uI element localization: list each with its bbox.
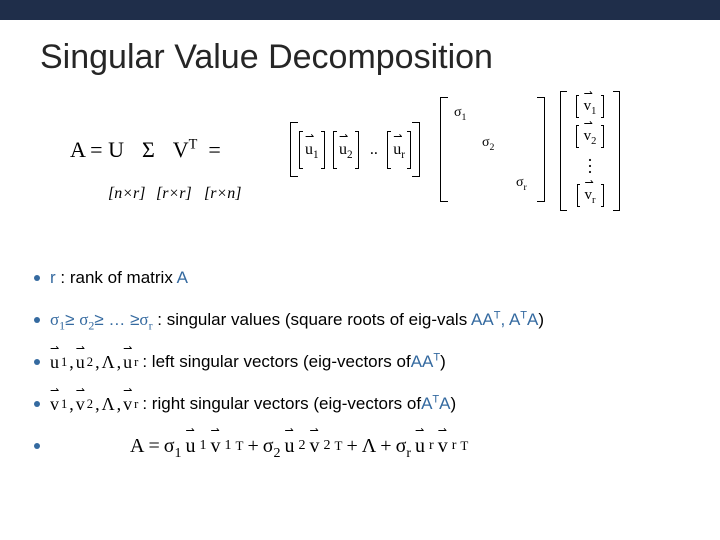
sv-ge2: ≥ … ≥ xyxy=(94,310,139,329)
eq-vt: VT xyxy=(173,137,198,162)
sv-comma: , xyxy=(500,310,509,329)
left-vec-AAT: AAT xyxy=(411,352,440,372)
u-col-1: u1 xyxy=(302,139,322,161)
sigma-r: σr xyxy=(516,175,527,191)
bracket-icon xyxy=(613,91,620,211)
bullet-rank: r : rank of matrix A xyxy=(34,265,720,291)
bullet-expansion: A = σ1u1v1T + σ2u2v2T + Λ + σrurvrT xyxy=(34,433,720,459)
sv-text: : singular values (square roots of eig-v… xyxy=(153,310,471,329)
bullet-right-vectors: v1, v2, Λ, vr : right singular vectors (… xyxy=(34,391,720,417)
v-matrix: v1 v2 ··· vr xyxy=(560,91,620,211)
u-matrix: u1 u2 . . ur xyxy=(290,122,420,177)
v-row-dots: ··· xyxy=(587,157,593,175)
bullet-icon xyxy=(34,359,40,365)
eq-sigma: Σ xyxy=(142,137,155,162)
bullet-icon xyxy=(34,401,40,407)
slide-top-accent xyxy=(0,0,720,20)
expansion-equation: A = σ1u1v1T + σ2u2v2T + Λ + σrurvrT xyxy=(130,435,468,458)
bullet-list: r : rank of matrix A σ1≥ σ2≥ … ≥σr : sin… xyxy=(34,265,720,459)
v-row-1: v1 xyxy=(578,97,603,116)
v-row-2: v2 xyxy=(578,127,603,146)
eq-equals: = xyxy=(208,137,220,162)
rank-A: A xyxy=(177,268,188,287)
bullet-icon xyxy=(34,317,40,323)
sv-sigma1: σ1 xyxy=(50,310,65,329)
bracket-icon xyxy=(440,97,448,202)
sigma-matrix: σ1 σ2 σr xyxy=(440,97,545,202)
left-vec-set: u1, u2, Λ, ur xyxy=(50,352,138,373)
sv-ATA: ATA xyxy=(509,310,538,329)
equation-area: A = U Σ VT = [n×r] [r×r] [r×n] u1 u2 . . u… xyxy=(0,87,720,257)
u-col-2: u2 xyxy=(336,139,356,161)
dim-rn: [r×n] xyxy=(204,185,241,203)
sv-AAT: AAT xyxy=(471,310,500,329)
dim-nr: [n×r] xyxy=(108,185,152,203)
bullet-singular-values: σ1≥ σ2≥ … ≥σr : singular values (square … xyxy=(34,307,720,333)
rank-text: : rank of matrix xyxy=(56,268,177,287)
right-vec-close: ) xyxy=(451,394,457,414)
bracket-icon xyxy=(560,91,567,211)
sigma-2: σ2 xyxy=(482,135,494,151)
right-vec-ATA: ATA xyxy=(421,394,450,414)
bracket-icon xyxy=(412,122,420,177)
v-row-r: vr xyxy=(579,186,602,205)
slide-title: Singular Value Decomposition xyxy=(40,38,720,77)
sigma-1: σ1 xyxy=(454,105,466,121)
left-vec-close: ) xyxy=(440,352,446,372)
equation-main: A = U Σ VT = xyxy=(70,137,221,163)
sv-sigmar: σr xyxy=(139,310,152,329)
bracket-icon xyxy=(537,97,545,202)
bracket-icon xyxy=(290,122,298,177)
right-vec-text: : right singular vectors (eig-vectors of xyxy=(142,394,421,414)
u-col-dots: . . xyxy=(370,141,376,159)
dim-rr: [r×r] xyxy=(156,185,200,203)
bullet-left-vectors: u1, u2, Λ, ur : left singular vectors (e… xyxy=(34,349,720,375)
left-vec-text: : left singular vectors (eig-vectors of xyxy=(142,352,410,372)
u-col-r: ur xyxy=(390,139,408,161)
sv-sigma2: σ2 xyxy=(79,310,94,329)
bullet-icon xyxy=(34,275,40,281)
sv-close: ) xyxy=(538,310,544,329)
dimension-labels: [n×r] [r×r] [r×n] xyxy=(108,185,241,203)
bullet-icon xyxy=(34,443,40,449)
eq-lhs: A = U xyxy=(70,137,124,162)
right-vec-set: v1, v2, Λ, vr xyxy=(50,394,138,415)
sv-ge1: ≥ xyxy=(65,310,79,329)
